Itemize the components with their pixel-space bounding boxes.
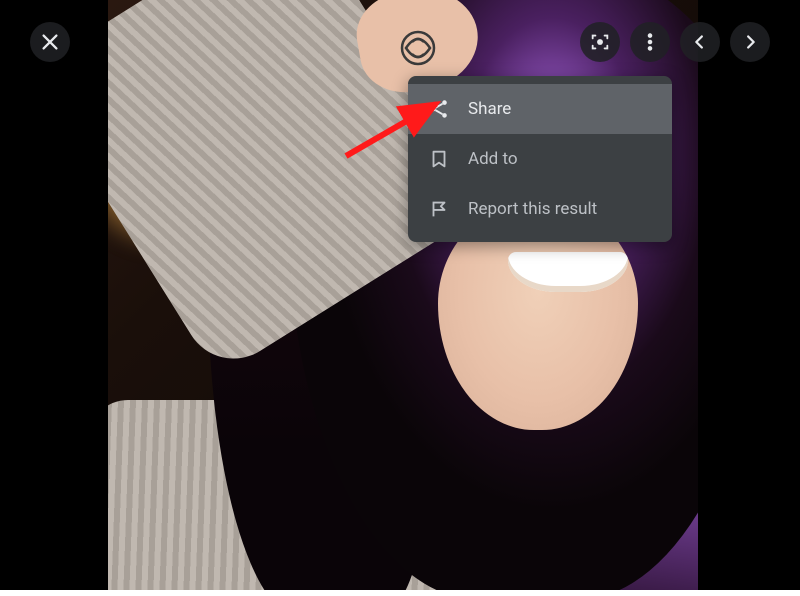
next-button[interactable] [730, 22, 770, 62]
menu-item-label: Add to [468, 149, 518, 169]
more-vert-icon [639, 31, 661, 53]
overflow-menu: Share Add to Report this result [408, 76, 672, 242]
menu-item-report[interactable]: Report this result [408, 184, 672, 234]
chevron-left-icon [689, 31, 711, 53]
flag-icon [428, 198, 450, 220]
lens-icon [589, 31, 611, 53]
tattoo [388, 18, 448, 78]
bookmark-icon [428, 148, 450, 170]
menu-item-share[interactable]: Share [408, 84, 672, 134]
close-button[interactable] [30, 22, 70, 62]
menu-item-label: Share [468, 99, 511, 119]
image-viewer: Share Add to Report this result [0, 0, 800, 590]
menu-item-add-to[interactable]: Add to [408, 134, 672, 184]
close-icon [39, 31, 61, 53]
share-icon [428, 98, 450, 120]
chevron-right-icon [739, 31, 761, 53]
menu-item-label: Report this result [468, 199, 597, 219]
more-button[interactable] [630, 22, 670, 62]
prev-button[interactable] [680, 22, 720, 62]
lens-button[interactable] [580, 22, 620, 62]
